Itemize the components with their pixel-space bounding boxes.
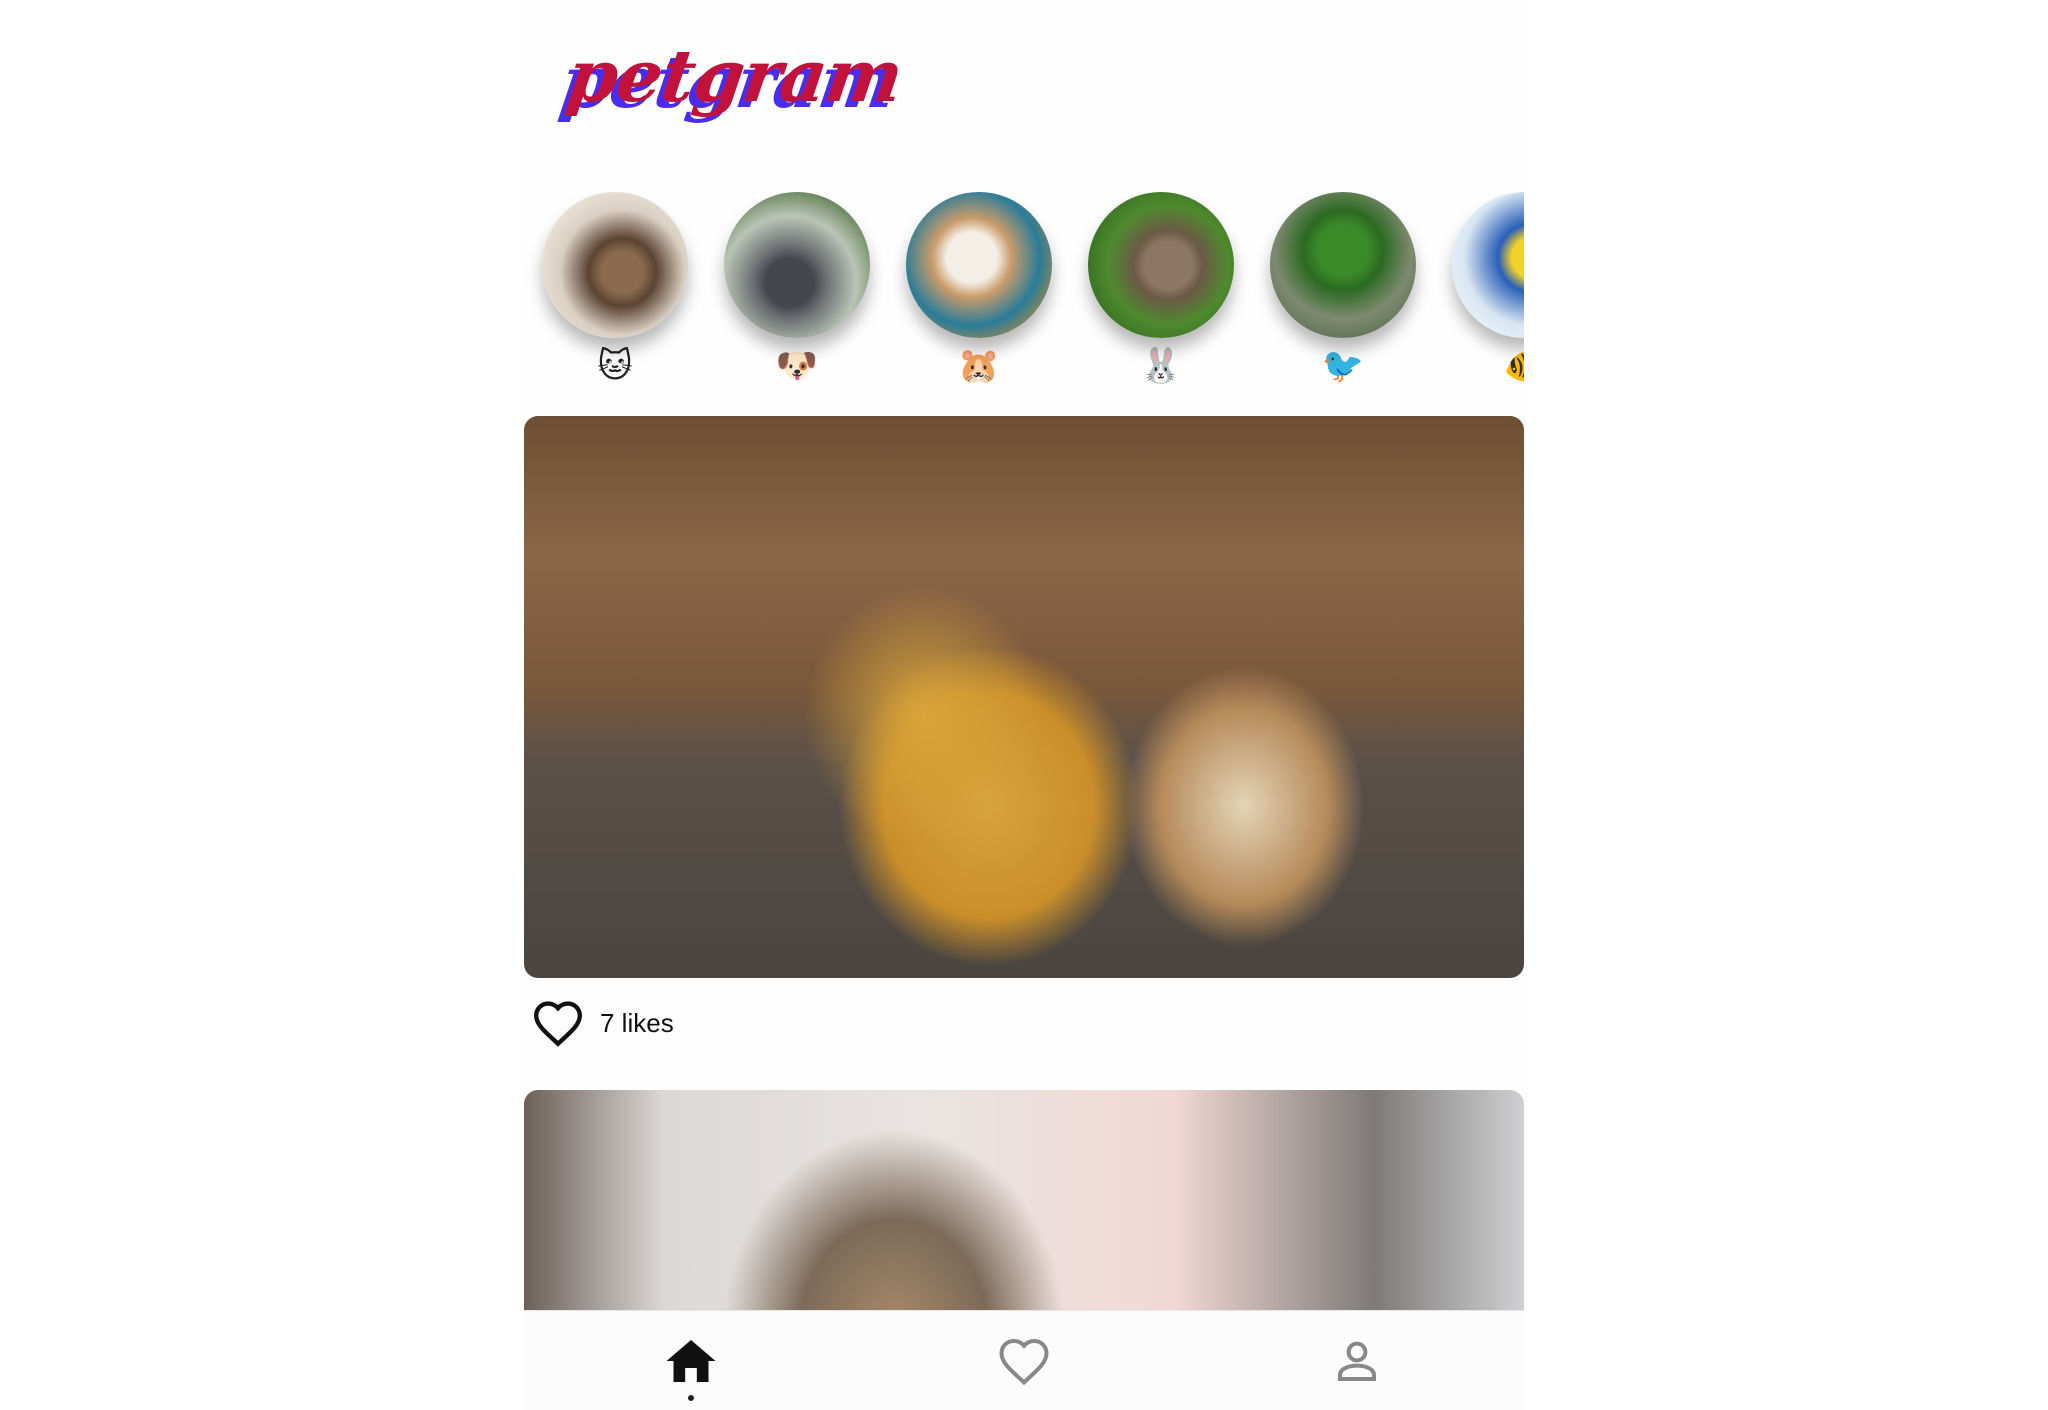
category-item-fish[interactable]: 🐠 [1452, 192, 1524, 392]
category-emoji: 🐹 [957, 346, 1001, 386]
category-image [1088, 192, 1234, 338]
category-item-bird[interactable]: 🐦 [1270, 192, 1416, 392]
category-emoji: 🐱 [597, 346, 633, 386]
active-indicator [687, 1395, 694, 1401]
category-image [1452, 192, 1524, 338]
category-emoji: 🐦 [1321, 346, 1365, 386]
logo-text: petgram [562, 32, 908, 118]
category-emoji: 🐰 [1139, 346, 1183, 386]
category-image [542, 192, 688, 338]
photo-image[interactable] [524, 1090, 1524, 1330]
heart-outline-icon [533, 1001, 583, 1047]
photo-image[interactable] [524, 416, 1524, 978]
nav-home[interactable] [631, 1311, 751, 1410]
category-item-dog[interactable]: 🐶 [724, 192, 870, 392]
bottom-navbar [524, 1310, 1524, 1410]
category-list: 🐱 🐶 🐹 🐰 🐦 🐠 [524, 192, 1524, 392]
likes-count: 7 likes [600, 1007, 674, 1038]
heart-outline-icon [999, 1338, 1049, 1386]
nav-user[interactable] [1297, 1311, 1417, 1410]
app-container: petgram 🐱 🐶 🐹 🐰 🐦 🐠 [524, 0, 1524, 1410]
category-image [724, 192, 870, 338]
nav-favorites[interactable] [964, 1311, 1084, 1410]
like-row: 7 likes [524, 998, 1524, 1048]
category-emoji: 🐠 [1504, 344, 1524, 388]
category-image [1270, 192, 1416, 338]
photo-card [524, 1090, 1524, 1330]
home-icon [666, 1340, 716, 1382]
like-button[interactable] [530, 998, 586, 1048]
category-emoji: 🐶 [775, 346, 819, 386]
category-item-cat[interactable]: 🐱 [542, 192, 688, 392]
photo-card: 7 likes [524, 416, 1524, 1048]
category-image [906, 192, 1052, 338]
user-icon [1338, 1341, 1377, 1381]
category-item-rabbit[interactable]: 🐰 [1088, 192, 1234, 392]
logo[interactable]: petgram [562, 10, 907, 140]
category-item-hamster[interactable]: 🐹 [906, 192, 1052, 392]
